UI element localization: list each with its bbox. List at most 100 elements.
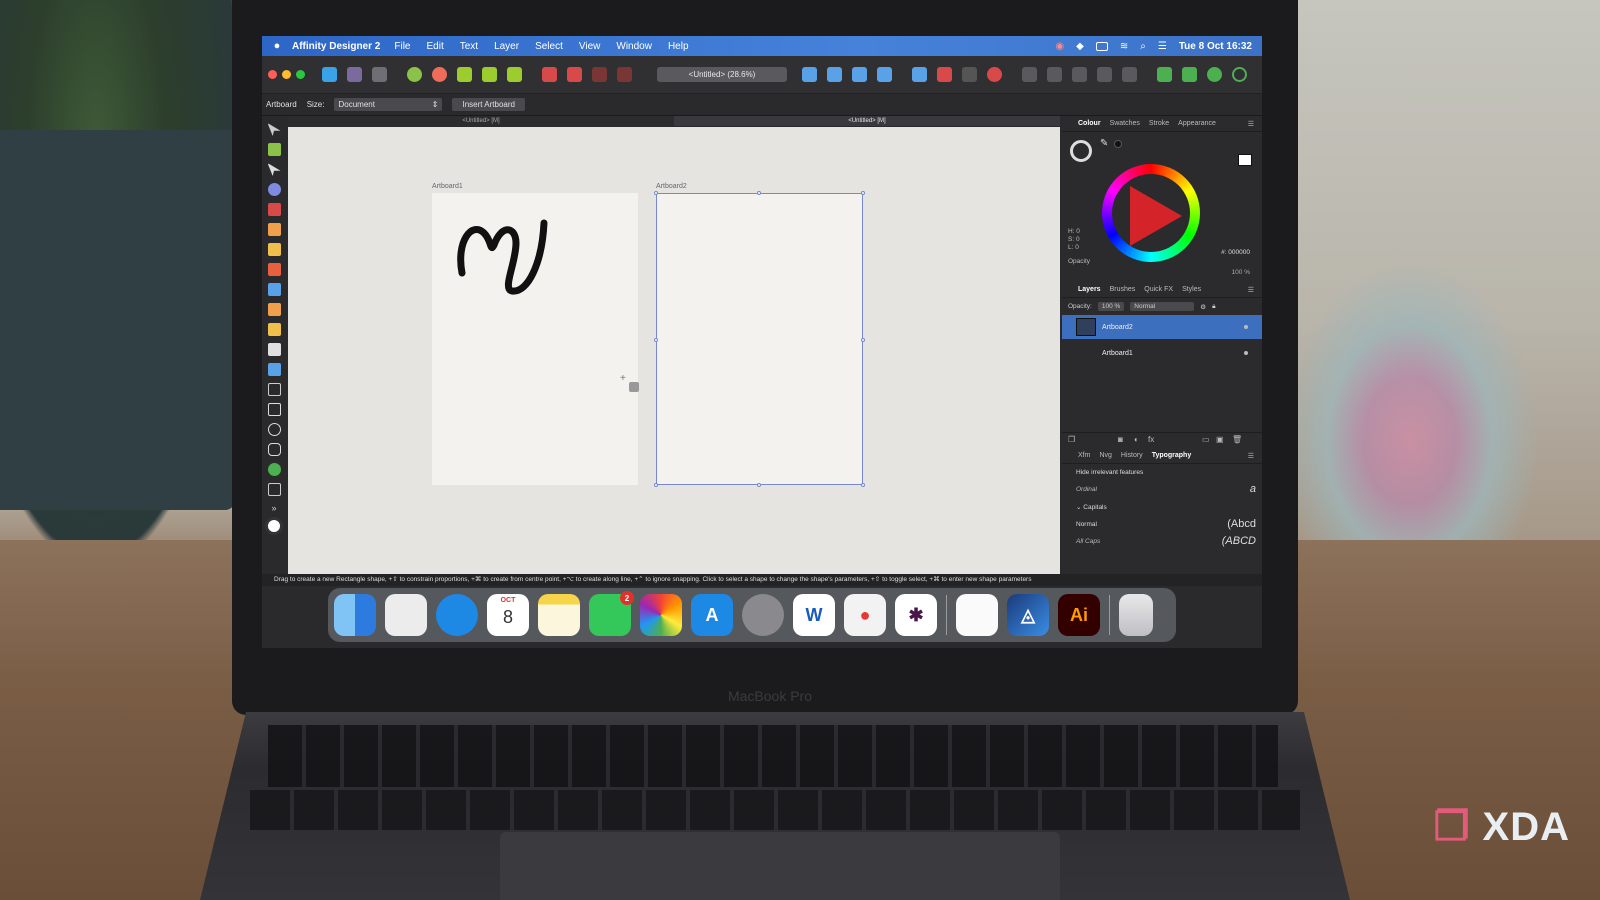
rotate-left-icon[interactable] <box>852 67 867 82</box>
boolean-add-icon[interactable] <box>1022 67 1037 82</box>
artboard2[interactable] <box>654 191 865 487</box>
colour-triangle[interactable] <box>1130 186 1182 246</box>
tab-typography[interactable]: Typography <box>1152 452 1192 459</box>
tab-quick-fx[interactable]: Quick FX <box>1144 286 1173 293</box>
transform-icon[interactable] <box>937 67 952 82</box>
wifi-icon[interactable]: ≋ <box>1120 41 1128 52</box>
tab-history[interactable]: History <box>1121 452 1143 459</box>
tab-colour[interactable]: Colour <box>1078 120 1101 127</box>
document-title[interactable]: <Untitled> (28.6%) <box>657 67 787 82</box>
hide-irrelevant-checkbox[interactable]: Hide irrelevant features <box>1062 464 1262 481</box>
boolean-xor-icon[interactable] <box>1097 67 1112 82</box>
dropbox-icon[interactable]: ◆ <box>1076 41 1084 52</box>
tab-swatches[interactable]: Swatches <box>1110 120 1140 127</box>
rotate-right-icon[interactable] <box>877 67 892 82</box>
colour-panel-icon[interactable] <box>1207 67 1222 82</box>
rounded-rectangle-tool-icon[interactable] <box>267 443 281 456</box>
order-back-icon[interactable] <box>542 67 557 82</box>
selection-handle[interactable] <box>654 483 658 487</box>
selection-handle[interactable] <box>654 338 658 342</box>
node-tool-icon[interactable] <box>267 163 281 176</box>
corner-tool-icon[interactable] <box>267 183 281 196</box>
selection-handle[interactable] <box>861 338 865 342</box>
artboard1[interactable] <box>432 193 638 485</box>
vector-brush-tool-icon[interactable] <box>267 263 281 276</box>
close-window-button[interactable] <box>268 70 277 79</box>
normal-caps-option[interactable]: Normal (Abcd <box>1062 516 1262 533</box>
ellipse-tool-icon[interactable] <box>267 423 281 436</box>
opacity-value[interactable]: 100 % <box>1232 269 1250 276</box>
hex-value[interactable]: #: 000000 <box>1221 249 1250 256</box>
trash-icon[interactable]: 🗑︎ <box>1232 435 1242 444</box>
export-persona-icon[interactable] <box>372 67 387 82</box>
snap-to-pixel-icon[interactable] <box>482 67 497 82</box>
tab-stroke[interactable]: Stroke <box>1149 120 1169 127</box>
group-icon[interactable]: ▣ <box>1216 435 1224 444</box>
zoom-window-button[interactable] <box>296 70 305 79</box>
slack-icon[interactable]: ✱ <box>895 594 937 636</box>
mask-icon[interactable]: ◙ <box>1118 435 1123 444</box>
menu-clock[interactable]: Tue 8 Oct 16:32 <box>1179 41 1252 52</box>
crop-tool-icon[interactable] <box>267 383 281 396</box>
layer-row-artboard2[interactable]: Artboard2 <box>1062 315 1262 339</box>
safari-icon[interactable] <box>436 594 478 636</box>
capitals-section-header[interactable]: ⌄ Capitals <box>1062 498 1262 516</box>
boolean-subtract-icon[interactable] <box>1047 67 1062 82</box>
fx-icon[interactable]: fx <box>1148 435 1154 444</box>
notes-icon[interactable] <box>538 594 580 636</box>
canvas[interactable]: Artboard1 Artboard2 + <box>288 127 1060 574</box>
colour-wheel[interactable] <box>1102 164 1200 262</box>
minimize-window-button[interactable] <box>282 70 291 79</box>
align-icon[interactable] <box>912 67 927 82</box>
duplicate-icon[interactable]: ❐ <box>1068 435 1075 444</box>
menu-layer[interactable]: Layer <box>494 41 519 52</box>
ordinal-option[interactable]: Ordinal a <box>1062 481 1262 498</box>
system-settings-icon[interactable] <box>742 594 784 636</box>
tab-layers[interactable]: Layers <box>1078 286 1101 293</box>
fill-stroke-well[interactable] <box>265 517 283 535</box>
black-colour-icon[interactable] <box>1114 140 1122 148</box>
menu-help[interactable]: Help <box>668 41 689 52</box>
flip-horizontal-icon[interactable] <box>802 67 817 82</box>
document-tab-2[interactable]: <Untitled> [M] <box>674 116 1060 126</box>
selection-handle[interactable] <box>757 191 761 195</box>
styles-icon[interactable] <box>1182 67 1197 82</box>
settings-icon[interactable] <box>432 67 447 82</box>
shape-tool-icon[interactable] <box>267 463 281 476</box>
selection-handle[interactable] <box>861 191 865 195</box>
image-tool-icon[interactable] <box>267 363 281 376</box>
battery-icon[interactable] <box>1095 41 1108 51</box>
selection-handle[interactable] <box>654 191 658 195</box>
boolean-divide-icon[interactable] <box>1122 67 1137 82</box>
tab-styles[interactable]: Styles <box>1182 286 1201 293</box>
pixel-persona-icon[interactable] <box>347 67 362 82</box>
transparency-tool-icon[interactable] <box>267 303 281 316</box>
reminders-icon[interactable] <box>956 594 998 636</box>
quick-fx-icon[interactable] <box>1157 67 1172 82</box>
menu-text[interactable]: Text <box>460 41 478 52</box>
add-layer-icon[interactable]: ▭ <box>1202 435 1210 444</box>
menu-app-name[interactable]: Affinity Designer 2 <box>292 41 380 52</box>
selection-handle[interactable] <box>757 483 761 487</box>
photos-icon[interactable] <box>640 594 682 636</box>
layer-row-artboard1[interactable]: Artboard1 <box>1062 341 1262 365</box>
menu-edit[interactable]: Edit <box>426 41 443 52</box>
layer-opacity-field[interactable]: 100 % <box>1097 302 1125 311</box>
tab-xfm[interactable]: Xfm <box>1078 452 1090 459</box>
insert-artboard-button[interactable]: Insert Artboard <box>452 98 525 111</box>
pencil-tool-icon[interactable] <box>267 243 281 256</box>
spotlight-icon[interactable]: ⌕ <box>1140 41 1146 52</box>
tab-brushes[interactable]: Brushes <box>1110 286 1136 293</box>
artboard-tool-icon[interactable] <box>267 143 281 156</box>
davinci-resolve-icon[interactable]: ● <box>844 594 886 636</box>
assistant-icon[interactable] <box>407 67 422 82</box>
messages-icon[interactable]: 2 <box>589 591 634 636</box>
move-tool-icon[interactable] <box>267 123 281 136</box>
pen-mode-icon[interactable] <box>962 67 977 82</box>
boolean-intersect-icon[interactable] <box>1072 67 1087 82</box>
affinity-designer-icon[interactable]: ◬ <box>1007 594 1049 636</box>
launchpad-icon[interactable] <box>385 594 427 636</box>
trash-icon[interactable] <box>1119 594 1153 636</box>
flip-vertical-icon[interactable] <box>827 67 842 82</box>
more-tools-icon[interactable]: » <box>262 503 286 513</box>
